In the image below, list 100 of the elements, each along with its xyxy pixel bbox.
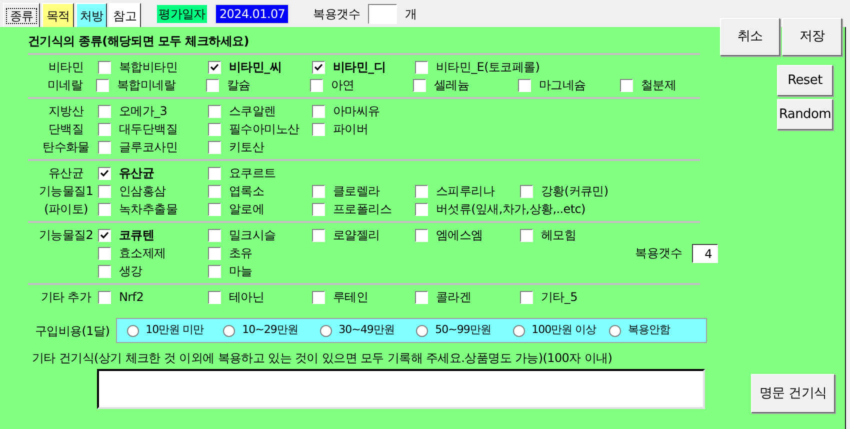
radio-button[interactable] [416, 324, 428, 336]
side-button[interactable]: Reset [777, 65, 833, 96]
checkbox-label: 파이버 [333, 121, 368, 138]
date-field[interactable]: 2024.01.07 [215, 4, 290, 24]
radio-label: 30~49만원 [338, 322, 394, 338]
checkbox[interactable] [208, 264, 221, 278]
top-button[interactable]: 취소 [720, 18, 780, 56]
radio-button[interactable] [609, 324, 622, 336]
top-button[interactable]: 저장 [782, 18, 842, 56]
row-label: 유산균 [48, 165, 84, 182]
checkbox-label: 요쿠르트 [229, 165, 276, 182]
checkbox[interactable] [208, 166, 221, 180]
checkbox-label: 키토산 [229, 139, 264, 156]
radio-button[interactable] [320, 324, 332, 336]
checkbox-label: 버섯류(잎새,차가,상황,..etc) [436, 201, 586, 218]
checkbox-label: 콜라겐 [436, 289, 472, 306]
checkbox-label: 오메가_3 [119, 103, 168, 120]
tab[interactable]: 목적 [42, 3, 74, 27]
checkbox[interactable] [98, 246, 111, 260]
checkbox[interactable] [310, 78, 323, 92]
cost-label: 구입비용(1달) [35, 322, 110, 340]
checkbox-label: 복합비타민 [119, 59, 178, 76]
checkbox[interactable] [415, 184, 428, 198]
checkbox-label: 스쿠알렌 [229, 103, 276, 120]
checkbox-label: 유산균 [119, 165, 154, 182]
checkbox-label: 초유 [229, 245, 252, 262]
checkbox[interactable] [98, 202, 111, 216]
row-label: 미네랄 [47, 77, 83, 94]
checkbox[interactable] [98, 60, 111, 74]
checkbox[interactable] [98, 140, 111, 154]
checkmark-icon [314, 62, 323, 72]
tab[interactable]: 종류 [3, 3, 40, 27]
other-text-field[interactable] [97, 369, 705, 409]
checkbox[interactable] [520, 290, 533, 304]
checkbox-label: 비타민_씨 [229, 59, 282, 76]
checkbox-label: 클로렐라 [333, 183, 380, 200]
checkbox[interactable] [98, 184, 111, 198]
checkbox[interactable] [312, 104, 325, 118]
checkbox[interactable] [312, 202, 325, 216]
checkbox[interactable] [312, 184, 325, 198]
checkbox[interactable] [415, 60, 428, 74]
checkbox[interactable] [620, 78, 633, 92]
checkbox-label: 헤모힘 [541, 227, 576, 244]
checkbox[interactable] [208, 104, 221, 118]
checkbox[interactable] [206, 78, 219, 92]
checkbox[interactable] [312, 228, 325, 242]
tab[interactable]: 참고 [109, 3, 141, 27]
checkbox-label: 코큐텐 [119, 227, 154, 244]
checkbox[interactable] [96, 78, 109, 92]
radio-button[interactable] [223, 324, 236, 336]
row-label: 기타 추가 [40, 289, 92, 306]
other-label: 기타 건기식(상기 체크한 것 이외에 복용하고 있는 것이 있으면 모두 기록해 주세요.상품명도 가능)(100자 이내) [31, 350, 614, 367]
checkbox[interactable] [413, 78, 426, 92]
row-label: 기능물질2 [38, 227, 94, 244]
checkbox[interactable] [208, 140, 221, 154]
checkbox[interactable] [520, 184, 533, 198]
checkbox[interactable] [98, 122, 111, 136]
checkbox-label: 아마씨유 [333, 103, 380, 120]
checkbox-label: 알로에 [229, 201, 264, 218]
tab[interactable]: 처방 [76, 3, 108, 27]
checkbox-label: 인삼홍삼 [119, 183, 166, 200]
checkbox[interactable] [98, 228, 111, 242]
dose-count-field[interactable]: 4 [692, 244, 718, 262]
checkbox-label: 스피루리나 [436, 183, 495, 200]
checkbox[interactable] [415, 228, 428, 242]
row-label: 기능물질1 [38, 183, 94, 200]
checkbox-label: 프로폴리스 [333, 201, 392, 218]
section-title: 건기식의 종류(해당되면 모두 체크하세요) [28, 33, 250, 50]
checkbox[interactable] [208, 246, 221, 260]
side-button[interactable]: Random [777, 99, 833, 130]
famous-supplement-button[interactable]: 명문 건기식 [751, 374, 835, 413]
checkbox[interactable] [98, 264, 111, 278]
checkbox[interactable] [208, 228, 221, 242]
row-label: (파이토) [44, 201, 88, 218]
checkbox[interactable] [520, 228, 533, 242]
dose-count-field[interactable] [368, 4, 397, 24]
dose-count-label: 복용갯수 [313, 6, 360, 22]
checkmark-icon [210, 62, 219, 72]
checkbox[interactable] [415, 290, 428, 304]
checkbox[interactable] [415, 202, 428, 216]
checkbox[interactable] [208, 290, 221, 304]
checkbox[interactable] [312, 290, 325, 304]
checkbox[interactable] [98, 104, 111, 118]
checkbox[interactable] [312, 122, 325, 136]
radio-button[interactable] [126, 324, 139, 336]
checkbox-label: 복합미네랄 [117, 77, 176, 94]
checkbox[interactable] [98, 290, 111, 304]
checkbox[interactable] [208, 184, 221, 198]
checkbox-label: 엠에스엠 [436, 227, 483, 244]
radio-button[interactable] [512, 324, 525, 336]
checkbox-label: 기타_5 [541, 289, 578, 306]
checkbox[interactable] [518, 78, 531, 92]
checkbox[interactable] [208, 202, 221, 216]
checkbox[interactable] [208, 60, 221, 74]
checkbox[interactable] [98, 166, 111, 180]
checkbox-label: 비타민_E(토코페롤) [436, 59, 540, 76]
radio-label: 복용안함 [628, 322, 670, 338]
checkbox[interactable] [312, 60, 325, 74]
checkbox-label: 엽록소 [229, 183, 264, 200]
checkbox[interactable] [208, 122, 221, 136]
